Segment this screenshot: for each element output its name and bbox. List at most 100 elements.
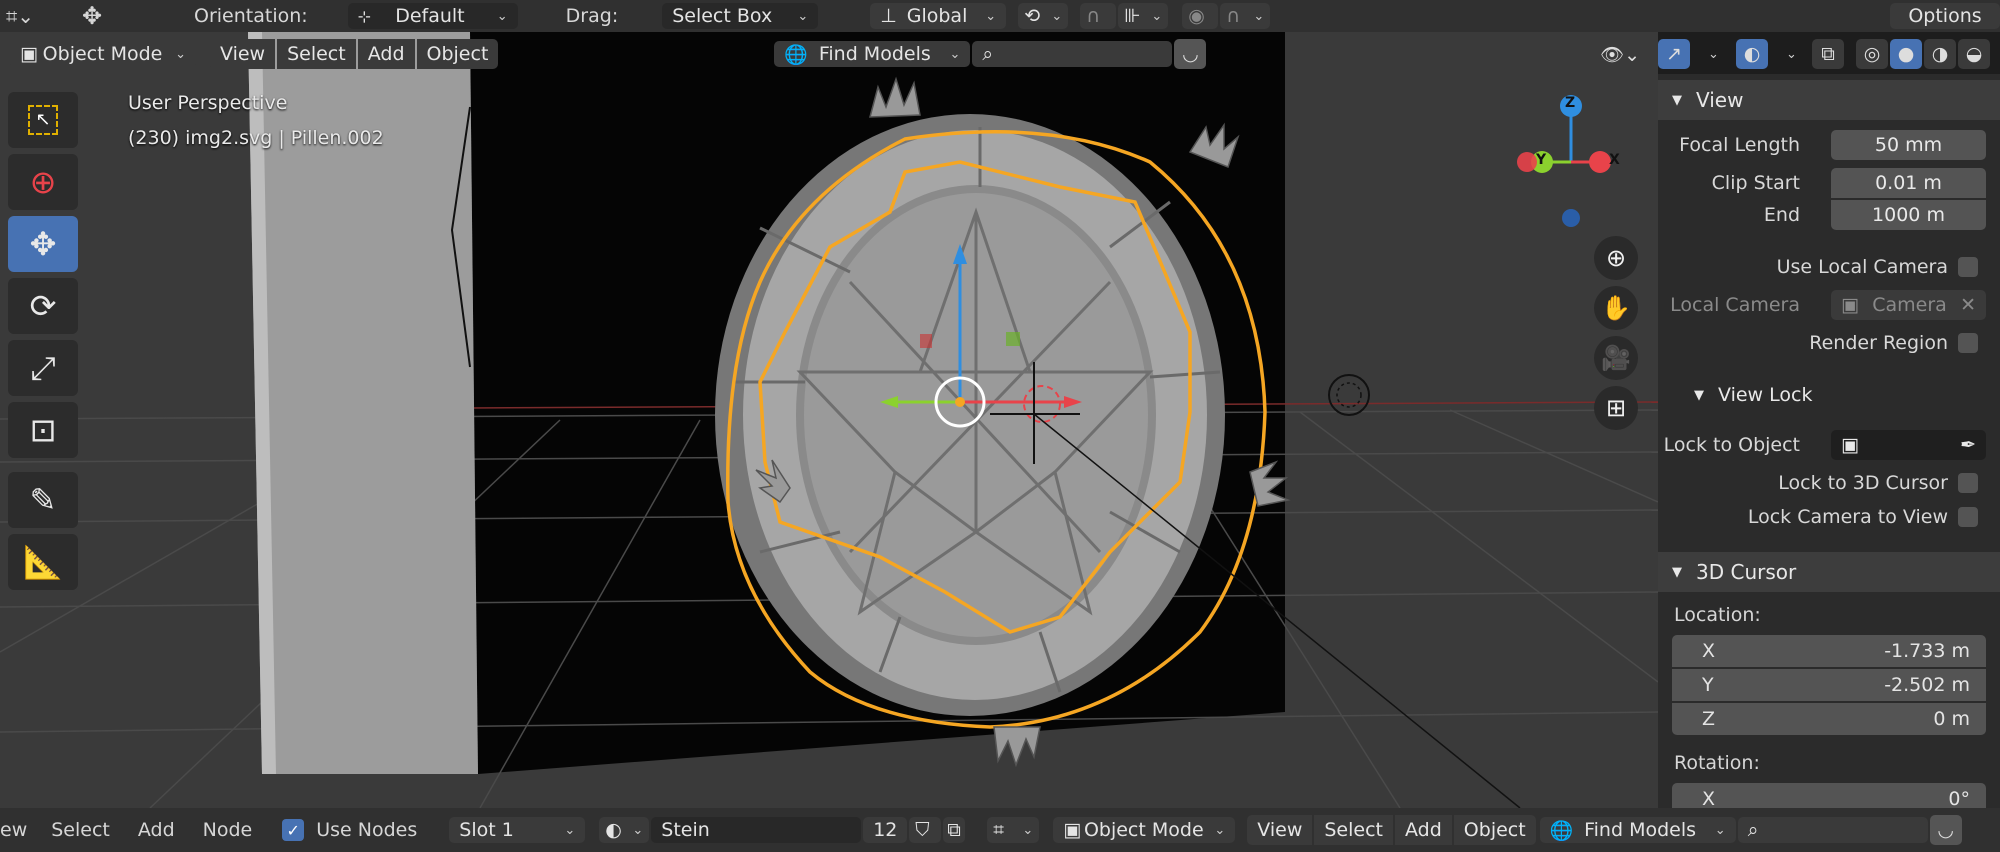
location-z-field[interactable]: Z 0 m: [1672, 703, 1986, 735]
use-nodes-checkbox[interactable]: ✓: [282, 819, 305, 841]
cursor-tool[interactable]: ⊕: [8, 154, 78, 210]
visibility-button[interactable]: 👁⌄: [1596, 39, 1644, 69]
node-menu-select[interactable]: Select: [51, 819, 110, 841]
bottom-mode-dropdown[interactable]: ▣ Object Mode ⌄: [1053, 817, 1236, 843]
measure-tool[interactable]: 📐: [8, 534, 78, 590]
material-sphere-icon: ◐: [605, 819, 622, 841]
menu-object[interactable]: Object: [416, 39, 499, 69]
shading-solid-button[interactable]: ●: [1890, 39, 1922, 69]
rotate-tool[interactable]: ⟳: [8, 278, 78, 334]
snap-toggle[interactable]: ∩: [1080, 3, 1117, 29]
select-box-tool[interactable]: ↖: [8, 92, 78, 148]
location-x-field[interactable]: X -1.733 m: [1672, 635, 1986, 667]
snap-target-dropdown[interactable]: ⊪ ⌄: [1118, 3, 1169, 29]
3d-viewport[interactable]: Z Y X User Perspective (230) img2.svg | …: [0, 32, 1658, 808]
cursor-icon: ⊕: [29, 163, 57, 201]
chevron-down-icon[interactable]: ⌄: [1708, 47, 1719, 62]
close-icon[interactable]: ✕: [1960, 294, 1976, 316]
view-lock-subheader[interactable]: ▼ View Lock: [1658, 376, 2000, 414]
new-material-button[interactable]: ⧉: [943, 817, 966, 843]
local-camera-field[interactable]: ▣ Camera ✕: [1831, 290, 1986, 320]
fake-user-button[interactable]: ⛉: [909, 817, 942, 843]
eyedropper-icon[interactable]: ✒: [1960, 434, 1976, 456]
scale-tool[interactable]: ⤢: [8, 340, 78, 396]
clip-end-field[interactable]: 1000 m: [1831, 200, 1986, 230]
zoom-button[interactable]: ⊕: [1594, 236, 1638, 280]
mode-dropdown[interactable]: ▣ Object Mode ⌄: [10, 41, 196, 67]
render-region-label: Render Region: [1809, 332, 1948, 354]
3d-cursor-panel-header[interactable]: ▼ 3D Cursor: [1658, 552, 2000, 592]
location-y-field[interactable]: Y -2.502 m: [1672, 669, 1986, 701]
asset-search-input[interactable]: ⌕: [972, 41, 1173, 67]
node-menu-add[interactable]: Add: [138, 819, 175, 841]
use-local-camera-checkbox[interactable]: [1958, 257, 1978, 277]
node-menu-node[interactable]: Node: [203, 819, 253, 841]
material-browse-button[interactable]: ◐ ⌄: [599, 817, 650, 843]
ortho-toggle-button[interactable]: ⊞: [1594, 386, 1638, 430]
transform-icon: ⊡: [29, 411, 57, 449]
asset-search-dropdown[interactable]: 🌐 Find Models ⌄: [774, 41, 971, 67]
transform-gizmo-icon[interactable]: ⌗⌄: [6, 4, 46, 28]
bottom-asset-browser-button[interactable]: ◡: [1929, 815, 1962, 845]
bottom-menu-add[interactable]: Add: [1395, 815, 1452, 845]
xray-toggle-button[interactable]: ⧉: [1812, 39, 1844, 69]
annotate-tool[interactable]: ✎: [8, 472, 78, 528]
focal-length-field[interactable]: 50 mm: [1831, 130, 1986, 160]
wireframe-sphere-icon: ◎: [1863, 43, 1881, 65]
material-users-count[interactable]: 12: [863, 817, 908, 843]
lock-to-object-field[interactable]: ▣ ✒: [1831, 430, 1986, 460]
menu-view[interactable]: View: [210, 39, 276, 69]
bottom-asset-search-dropdown[interactable]: 🌐 Find Models ⌄: [1539, 817, 1736, 843]
chevron-down-icon[interactable]: ⌄: [1786, 47, 1797, 62]
shading-rendered-button[interactable]: ◒: [1958, 39, 1990, 69]
node-menu-view[interactable]: ew: [0, 819, 27, 841]
bottom-menu-view[interactable]: View: [1247, 815, 1313, 845]
clip-start-label: Clip Start: [1711, 172, 1800, 194]
bottom-menu-select[interactable]: Select: [1314, 815, 1393, 845]
drag-dropdown[interactable]: Select Box ⌄: [662, 3, 819, 29]
local-camera-row: Local Camera ▣ Camera ✕: [1658, 286, 2000, 324]
bottom-menu-object[interactable]: Object: [1453, 815, 1536, 845]
asset-browser-button[interactable]: ◡: [1174, 39, 1207, 69]
menu-select[interactable]: Select: [277, 39, 356, 69]
clip-start-field[interactable]: 0.01 m: [1831, 168, 1986, 198]
menu-add[interactable]: Add: [357, 39, 415, 69]
slot-dropdown[interactable]: Slot 1 ⌄: [449, 817, 586, 843]
move-tool[interactable]: ✥: [8, 216, 78, 272]
material-name-field[interactable]: Stein: [651, 817, 862, 843]
rotation-label: Rotation:: [1674, 752, 1760, 774]
search-icon: ⌕: [982, 43, 994, 65]
options-dropdown[interactable]: Options: [1890, 3, 2000, 29]
camera-view-button[interactable]: 🎥: [1594, 336, 1638, 380]
falloff-dropdown[interactable]: ∩ ⌄: [1220, 3, 1271, 29]
bottom-asset-search-input[interactable]: ⌕: [1737, 817, 1928, 843]
pencil-icon: ✎: [29, 481, 57, 519]
render-region-checkbox[interactable]: [1958, 333, 1978, 353]
lock-cursor-checkbox[interactable]: [1958, 473, 1978, 493]
lock-camera-checkbox[interactable]: [1958, 507, 1978, 527]
editor-type-dropdown[interactable]: ⌗ ⌄: [987, 817, 1040, 843]
orientation-dropdown[interactable]: ⊹ Default ⌄: [347, 3, 518, 29]
rotation-label-row: Rotation:: [1658, 744, 2000, 782]
bottom-mode-value: Object Mode: [1083, 819, 1204, 841]
shading-material-button[interactable]: ◑: [1924, 39, 1956, 69]
transform-tool[interactable]: ⊡: [8, 402, 78, 458]
pan-button[interactable]: ✋: [1594, 286, 1638, 330]
viewport-info-overlay: User Perspective (230) img2.svg | Pillen…: [128, 86, 384, 156]
transform-orientation-dropdown[interactable]: ⊥ Global ⌄: [870, 3, 1007, 29]
pivot-dropdown[interactable]: ⟲ ⌄: [1018, 3, 1069, 29]
overlays-toggle-button[interactable]: ◐: [1736, 39, 1768, 69]
slot-value: Slot 1: [459, 819, 514, 841]
mode-value: Object Mode: [42, 43, 163, 65]
shading-wireframe-button[interactable]: ◎: [1856, 39, 1888, 69]
use-nodes-label: Use Nodes: [316, 819, 418, 841]
use-local-camera-row: Use Local Camera: [1658, 248, 2000, 286]
gizmo-toggle-button[interactable]: ↗: [1658, 39, 1690, 69]
view-panel-header[interactable]: ▼ View: [1658, 80, 2000, 120]
location-x-row: X -1.733 m: [1658, 634, 2000, 668]
proportional-editing-toggle[interactable]: ◉: [1182, 3, 1219, 29]
move-cursor-icon[interactable]: ✥: [82, 2, 132, 30]
zoom-icon: ⊕: [1605, 244, 1627, 272]
magnet-icon: ∩: [1086, 5, 1101, 27]
rotation-x-field[interactable]: X 0°: [1672, 783, 1986, 808]
